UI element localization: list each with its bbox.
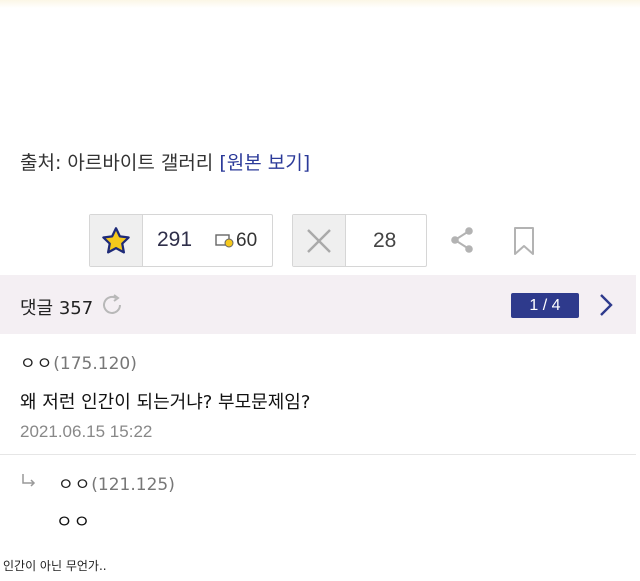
not-recommend-count: 28 [373,229,397,252]
source-text: 출처: 아르바이트 갤러리 [20,152,220,174]
x-icon [307,228,331,253]
source-line: 출처: 아르바이트 갤러리 [원본 보기] [20,148,310,175]
divider [0,454,636,455]
comment-date: 2021.06.15 15:22 [20,422,153,441]
fixed-recommend-icon [215,233,234,252]
comment-page-indicator[interactable]: 1 / 4 [511,293,579,318]
comment-body: 왜 저런 인간이 되는거냐? 부모문제임? [20,392,311,413]
comment-ip: (175.120) [53,354,137,374]
bookmark-icon[interactable] [513,226,535,260]
reply-ip: (121.125) [91,475,175,495]
recommend-button[interactable]: 291 60 [89,214,273,267]
comment-count-title: 댓글 357 [20,298,94,319]
caption: 인간이 아닌 무언가.. [3,559,107,573]
star-icon [102,226,130,253]
share-icon[interactable] [449,226,477,258]
recommend-count: 291 [157,228,193,251]
chevron-right-icon[interactable] [597,292,615,322]
reply-author: ㅇㅇ(121.125) [58,470,175,495]
refresh-icon[interactable] [99,292,125,322]
reply-nickname: ㅇㅇ [58,475,92,495]
x-cell [293,215,346,266]
reply-body: ㅇㅇ [56,512,92,533]
image-remnant [0,0,640,8]
comment-header: 댓글 357 1 / 4 [0,275,636,334]
post-page: 출처: 아르바이트 갤러리 [원본 보기] 291 60 28 댓글 357 1… [0,0,640,581]
reply-arrow-icon [20,472,38,494]
star-cell [90,215,143,266]
fixed-recommend-count: 60 [236,230,258,251]
comment-author: ㅇㅇ(175.120) [20,349,137,374]
not-recommend-button[interactable]: 28 [292,214,427,267]
comment-nickname: ㅇㅇ [20,354,54,374]
view-original-link[interactable]: [원본 보기] [219,152,310,174]
